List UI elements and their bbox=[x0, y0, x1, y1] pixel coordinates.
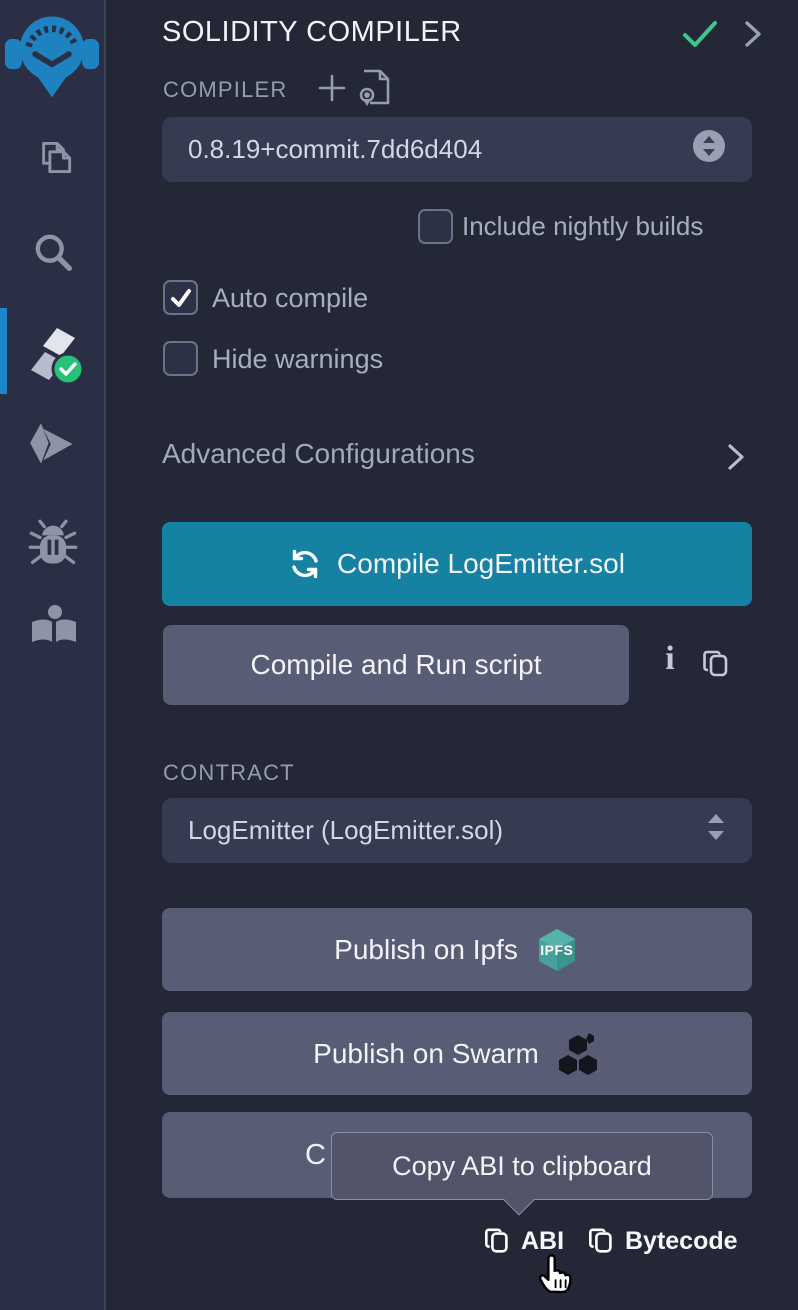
info-icon[interactable]: i bbox=[656, 640, 684, 678]
contract-select[interactable]: LogEmitter (LogEmitter.sol) bbox=[162, 798, 752, 863]
panel-collapse-chevron-icon[interactable] bbox=[740, 19, 766, 54]
auto-compile-checkbox[interactable] bbox=[163, 280, 198, 315]
chevron-right-icon bbox=[724, 442, 748, 477]
copy-abi-tooltip: Copy ABI to clipboard bbox=[331, 1132, 713, 1200]
compiler-config-file-icon[interactable] bbox=[356, 68, 394, 113]
publish-swarm-label: Publish on Swarm bbox=[313, 1038, 539, 1070]
publish-ipfs-label: Publish on Ipfs bbox=[334, 934, 518, 966]
icon-sidebar bbox=[0, 0, 106, 1310]
compile-and-run-button[interactable]: Compile and Run script bbox=[163, 625, 629, 705]
compile-and-run-label: Compile and Run script bbox=[250, 649, 541, 681]
select-arrows-icon bbox=[706, 812, 726, 849]
compiler-version-value: 0.8.19+commit.7dd6d404 bbox=[188, 134, 692, 165]
cursor-pointer-icon bbox=[534, 1248, 580, 1303]
publish-swarm-button[interactable]: Publish on Swarm bbox=[162, 1012, 752, 1095]
include-nightly-checkbox[interactable] bbox=[418, 209, 453, 244]
copy-abi-tooltip-text: Copy ABI to clipboard bbox=[392, 1151, 652, 1182]
compilation-details-visible-label: C bbox=[305, 1112, 326, 1198]
hide-warnings-label: Hide warnings bbox=[212, 344, 383, 375]
swarm-logo-icon bbox=[555, 1031, 601, 1077]
tooltip-arrow bbox=[503, 1184, 534, 1215]
search-icon[interactable] bbox=[0, 226, 106, 278]
deploy-and-run-icon[interactable] bbox=[0, 420, 106, 468]
add-compiler-icon[interactable] bbox=[316, 72, 348, 109]
publish-ipfs-button[interactable]: Publish on Ipfs IPFS bbox=[162, 908, 752, 991]
copy-script-icon[interactable] bbox=[702, 648, 732, 685]
compile-success-check-icon bbox=[682, 19, 718, 54]
auto-compile-label: Auto compile bbox=[212, 283, 368, 314]
copy-bytecode-button[interactable]: Bytecode bbox=[588, 1226, 738, 1256]
select-stepper-icon bbox=[692, 129, 726, 170]
advanced-configurations-label: Advanced Configurations bbox=[162, 438, 475, 469]
contract-select-value: LogEmitter (LogEmitter.sol) bbox=[188, 815, 706, 846]
advanced-configurations-toggle[interactable]: Advanced Configurations bbox=[162, 438, 752, 482]
compiler-section-label: COMPILER bbox=[163, 77, 288, 103]
remix-logo[interactable] bbox=[5, 5, 99, 105]
file-explorer-icon[interactable] bbox=[0, 132, 106, 182]
page-title: SOLIDITY COMPILER bbox=[162, 16, 462, 49]
include-nightly-label: Include nightly builds bbox=[462, 211, 703, 242]
refresh-icon bbox=[289, 548, 321, 580]
remix-solidity-compiler-panel: SOLIDITY COMPILER COMPILER 0.8.19+commit… bbox=[0, 0, 798, 1310]
plugin-manager-icon[interactable] bbox=[0, 600, 106, 654]
solidity-compiler-icon[interactable] bbox=[0, 322, 106, 386]
compile-button-label: Compile LogEmitter.sol bbox=[337, 548, 625, 580]
debugger-icon[interactable] bbox=[0, 518, 106, 570]
contract-section-label: CONTRACT bbox=[163, 760, 295, 786]
compile-button[interactable]: Compile LogEmitter.sol bbox=[162, 522, 752, 606]
hide-warnings-checkbox[interactable] bbox=[163, 341, 198, 376]
copy-bytecode-label: Bytecode bbox=[625, 1227, 738, 1256]
ipfs-logo-icon: IPFS bbox=[534, 927, 580, 973]
compiler-version-select[interactable]: 0.8.19+commit.7dd6d404 bbox=[162, 117, 752, 182]
